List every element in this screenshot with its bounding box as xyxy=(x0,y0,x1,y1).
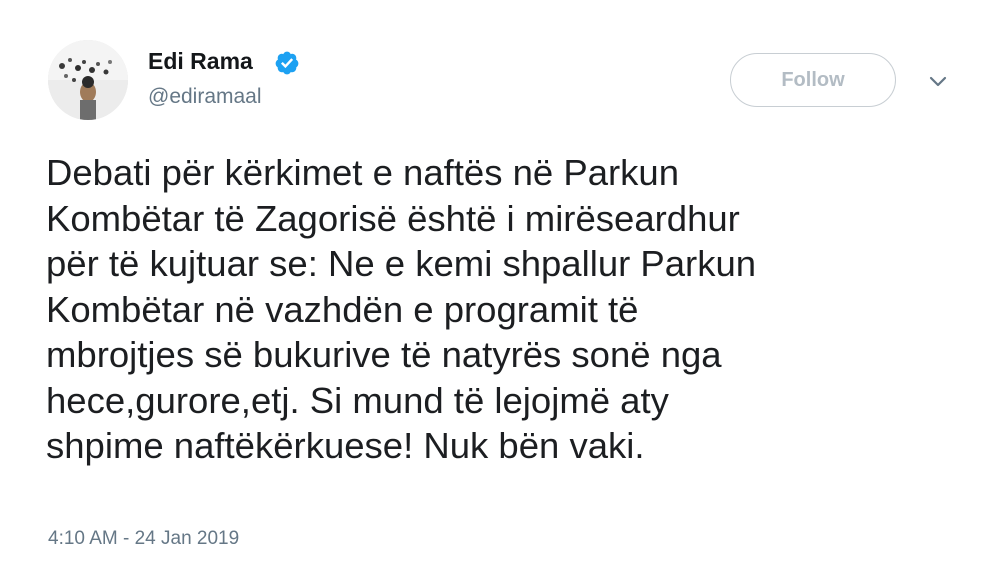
tweet-text-line: hece,gurore,etj. Si mund të lejojmë aty xyxy=(46,379,669,421)
tweet-text: Debati për kërkimet e naftës në Parkun K… xyxy=(46,150,926,469)
verified-badge-icon xyxy=(274,50,300,76)
tweet-text-line: mbrojtjes së bukurive të natyrës sonë ng… xyxy=(46,334,722,375)
tweet-card: Edi Rama @ediramaal Follow Debati për kë… xyxy=(0,0,1000,571)
author-handle[interactable]: @ediramaal xyxy=(148,84,262,110)
tweet-text-line: shpime naftëkërkuese! Nuk bën vaki. xyxy=(46,425,645,466)
tweet-text-line: për të kujtuar se: Ne e kemi shpallur Pa… xyxy=(46,243,757,284)
tweet-text-line: Kombëtar të Zagorisë është i mirëseardhu… xyxy=(46,197,740,239)
author-name[interactable]: Edi Rama xyxy=(148,47,253,75)
follow-button[interactable]: Follow xyxy=(730,53,896,107)
avatar-image xyxy=(48,40,128,120)
chevron-down-icon[interactable] xyxy=(927,70,949,92)
tweet-timestamp[interactable]: 4:10 AM - 24 Jan 2019 xyxy=(48,527,239,551)
tweet-text-line: Debati për kërkimet e naftës në Parkun xyxy=(46,152,679,193)
avatar[interactable] xyxy=(48,40,128,120)
tweet-text-line: Kombëtar në vazhdën e programit të xyxy=(46,288,639,330)
